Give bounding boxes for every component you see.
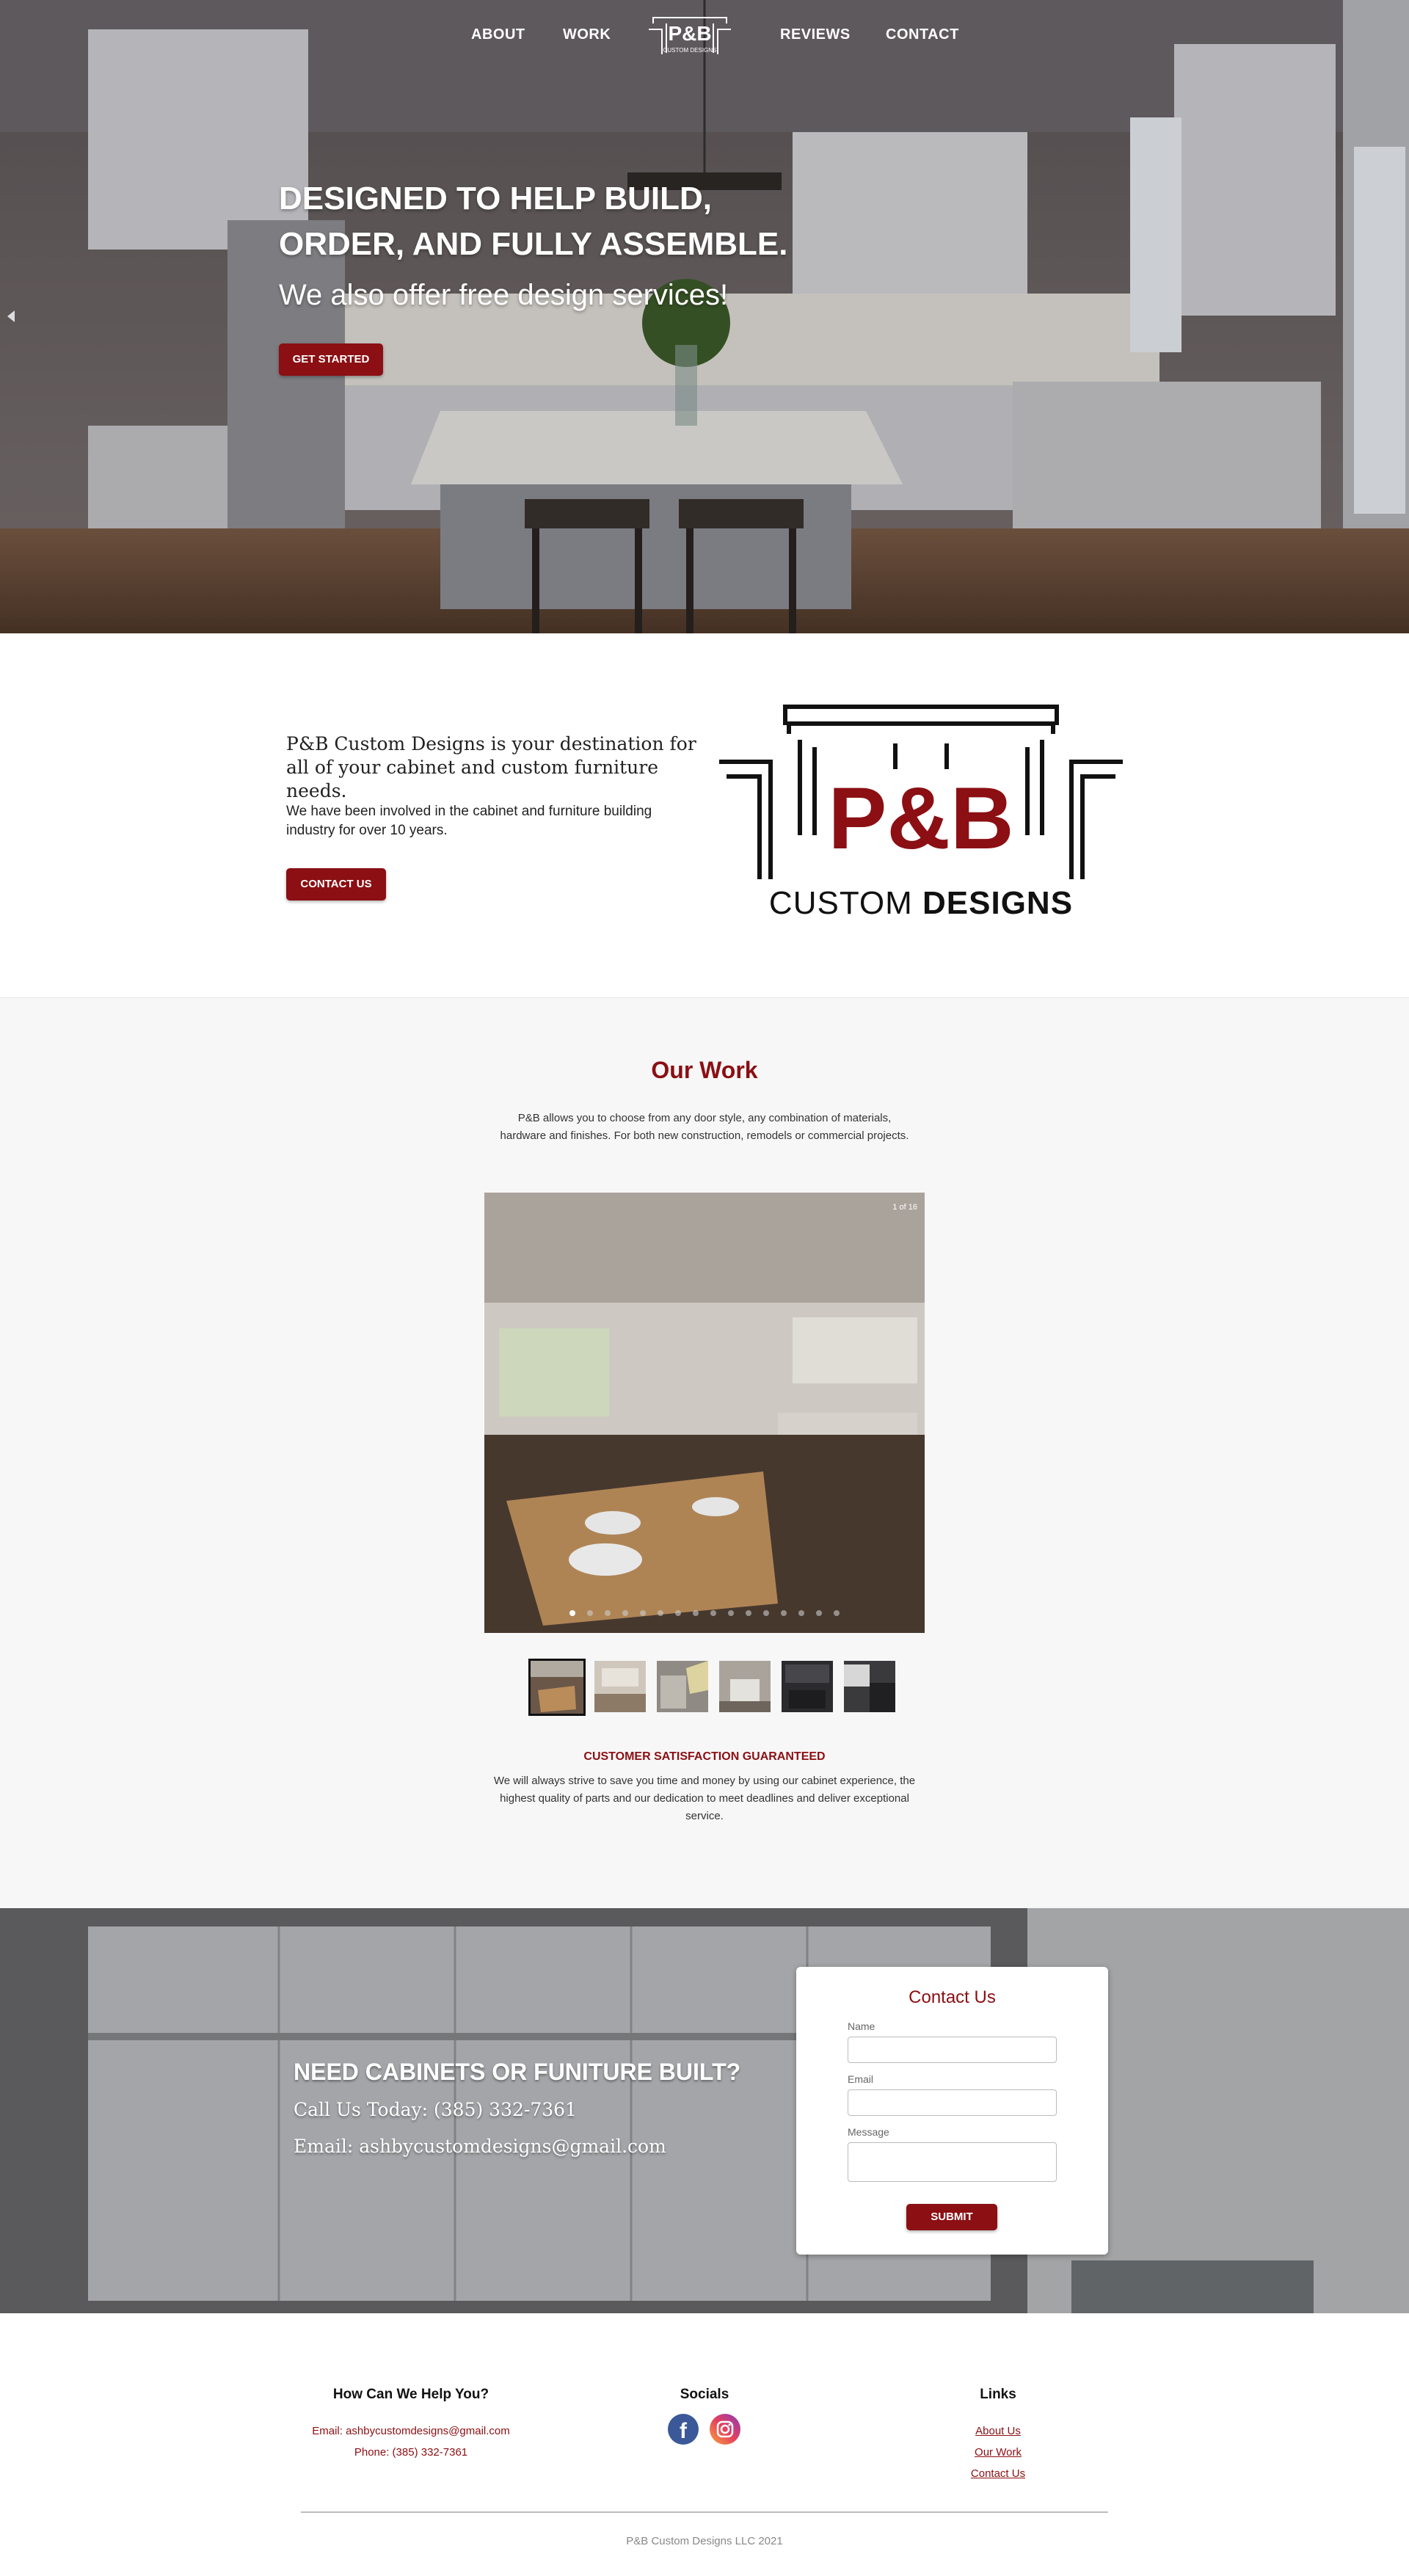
thumbnail[interactable] [657, 1661, 708, 1712]
footer-email[interactable]: Email: ashbycustomdesigns@gmail.com [264, 2420, 558, 2442]
carousel-dot[interactable] [605, 1610, 611, 1616]
footer-link-work[interactable]: Our Work [851, 2442, 1145, 2463]
hero-title-line-1: DESIGNED TO HELP BUILD, [279, 181, 713, 217]
get-started-button[interactable]: GET STARTED [279, 343, 383, 376]
name-field[interactable] [848, 2037, 1057, 2063]
logo-designs-text: DESIGNS [922, 885, 1074, 921]
carousel-dot[interactable] [675, 1610, 681, 1616]
contact-us-button[interactable]: CONTACT US [286, 868, 386, 900]
thumbnail[interactable] [719, 1661, 771, 1712]
footer-socials-title: Socials [680, 2387, 729, 2402]
nav-about[interactable]: ABOUT [471, 26, 525, 43]
intro-heading: P&B Custom Designs is your destination f… [286, 733, 696, 801]
footer-links: Links About Us Our Work Contact Us [851, 2387, 1145, 2484]
satisfaction-title: CUSTOMER SATISFACTION GUARANTEED [583, 1750, 826, 1763]
intro-body: We have been involved in the cabinet and… [286, 804, 652, 838]
submit-button[interactable]: SUBMIT [906, 2204, 997, 2230]
main-nav: ABOUT WORK P&B CUSTOM DESIGNS REVIEWS CO… [0, 0, 1409, 73]
thumbnail[interactable] [782, 1661, 833, 1712]
carousel-thumbnails [528, 1659, 895, 1717]
email-label: Email [848, 2073, 874, 2085]
carousel-dot[interactable] [728, 1610, 734, 1616]
footer-divider [301, 2511, 1108, 2513]
nav-logo-sub: CUSTOM DESIGNS [663, 47, 717, 54]
facebook-icon[interactable]: f [668, 2414, 699, 2445]
carousel-dot[interactable] [658, 1610, 663, 1616]
hero-kitchen-image [0, 0, 1409, 633]
nav-contact[interactable]: CONTACT [886, 26, 959, 43]
logo-tagline: CUSTOM DESIGNS [719, 885, 1123, 922]
nav-logo[interactable]: P&B CUSTOM DESIGNS [647, 9, 732, 60]
hero-subtitle: We also offer free design services! [279, 279, 729, 311]
carousel-dot[interactable] [569, 1610, 575, 1616]
logo-main-text: P&B [828, 769, 1014, 867]
carousel-dot[interactable] [587, 1610, 593, 1616]
our-work-title: Our Work [651, 1057, 758, 1083]
footer-link-about[interactable]: About Us [851, 2420, 1145, 2442]
message-field[interactable] [848, 2142, 1057, 2182]
footer-link-contact[interactable]: Contact Us [851, 2463, 1145, 2484]
carousel-dot[interactable] [763, 1610, 769, 1616]
carousel-dot[interactable] [798, 1610, 804, 1616]
carousel-dots [484, 1607, 925, 1620]
company-logo: P&B CUSTOM DESIGNS [719, 703, 1123, 931]
contact-form-title: Contact Us [909, 1987, 996, 2007]
footer-socials: Socials [558, 2387, 851, 2420]
contact-heading: NEED CABINETS OR FUNITURE BUILT? [294, 2059, 741, 2085]
thumbnail[interactable] [594, 1661, 646, 1712]
footer-phone[interactable]: Phone: (385) 332-7361 [264, 2442, 558, 2463]
carousel-dot[interactable] [746, 1610, 751, 1616]
intro-section: P&B Custom Designs is your destination f… [0, 633, 1409, 998]
contact-phone: Call Us Today: (385) 332-7361 [294, 2099, 577, 2120]
carousel-dot[interactable] [710, 1610, 716, 1616]
message-label: Message [848, 2126, 889, 2138]
our-work-section: Our Work P&B allows you to choose from a… [0, 998, 1409, 1908]
footer-help-title: How Can We Help You? [332, 2387, 489, 2402]
email-field[interactable] [848, 2089, 1057, 2116]
contact-section: NEED CABINETS OR FUNITURE BUILT? Call Us… [0, 1908, 1409, 2313]
carousel-dot[interactable] [834, 1610, 840, 1616]
carousel-dot[interactable] [640, 1610, 646, 1616]
contact-background-image [0, 1908, 1409, 2313]
carousel-dot[interactable] [781, 1610, 787, 1616]
carousel-dot[interactable] [622, 1610, 628, 1616]
instagram-icon[interactable] [710, 2414, 740, 2445]
nav-work[interactable]: WORK [563, 26, 611, 43]
carousel-dot[interactable] [693, 1610, 699, 1616]
hero-section: ABOUT WORK P&B CUSTOM DESIGNS REVIEWS CO… [0, 0, 1409, 633]
work-carousel[interactable]: 1 of 16 [484, 1193, 925, 1633]
copyright: P&B Custom Designs LLC 2021 [626, 2535, 783, 2547]
thumbnail[interactable] [528, 1659, 586, 1716]
carousel-counter: 1 of 16 [892, 1203, 917, 1212]
logo-custom-text: CUSTOM [768, 885, 913, 921]
thumbnail[interactable] [844, 1661, 895, 1712]
carousel-dot[interactable] [816, 1610, 822, 1616]
svg-text:f: f [680, 2419, 688, 2443]
hero-title-line-2: ORDER, AND FULLY ASSEMBLE. [279, 226, 788, 262]
satisfaction-body: We will always strive to save you time a… [493, 1775, 916, 1822]
footer-help: How Can We Help You? Email: ashbycustomd… [264, 2387, 558, 2463]
footer-links-title: Links [980, 2387, 1016, 2402]
chevron-left-icon[interactable] [7, 310, 15, 322]
name-label: Name [848, 2020, 875, 2032]
contact-form: Contact Us Name Email Message SUBMIT [796, 1967, 1108, 2255]
hero-title: DESIGNED TO HELP BUILD, ORDER, AND FULLY… [279, 176, 866, 267]
our-work-description: P&B allows you to choose from any door s… [500, 1112, 909, 1142]
nav-logo-text: P&B [668, 22, 712, 45]
footer: How Can We Help You? Email: ashbycustomd… [0, 2313, 1409, 2576]
carousel-image [484, 1193, 925, 1633]
contact-email: Email: ashbycustomdesigns@gmail.com [294, 2136, 666, 2157]
nav-reviews[interactable]: REVIEWS [780, 26, 851, 43]
